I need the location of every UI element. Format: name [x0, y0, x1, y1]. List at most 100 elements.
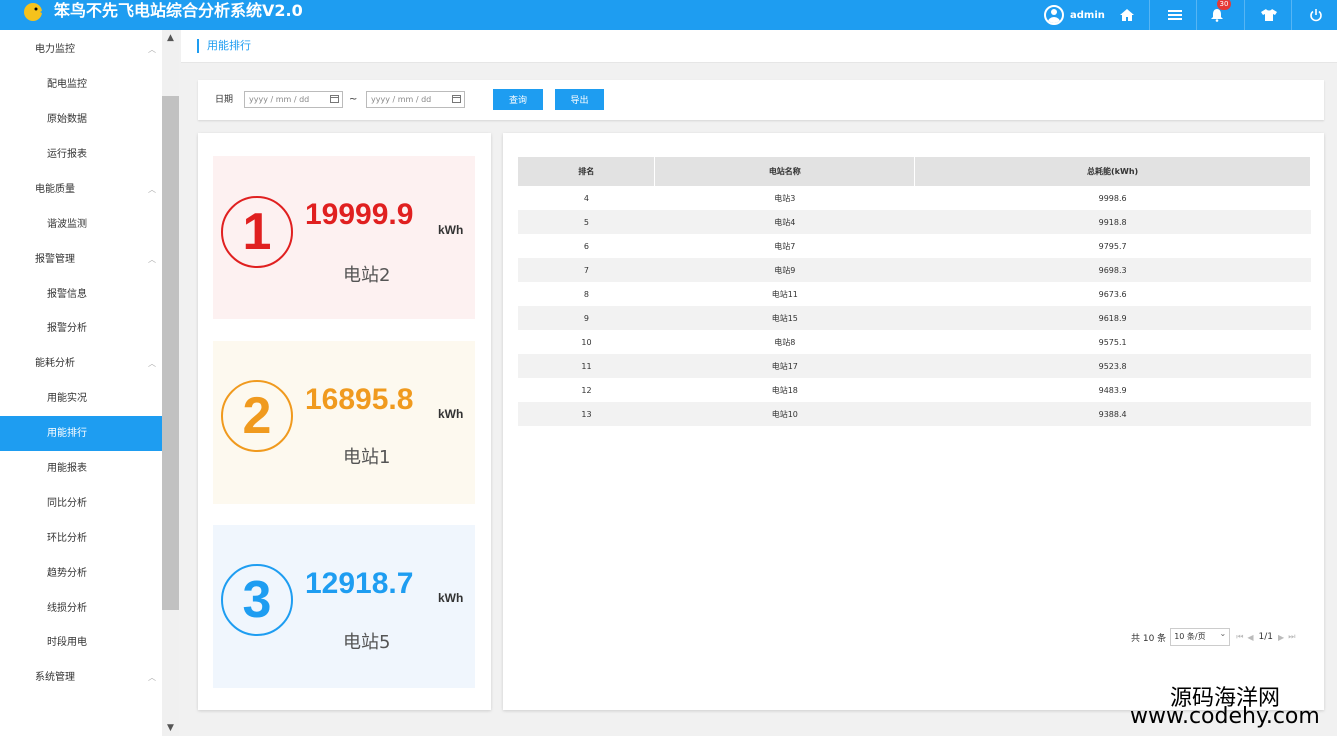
table-row[interactable]: 6 电站7 9795.7	[518, 234, 1311, 258]
rank-station-name: 电站2	[343, 265, 391, 286]
cell-station: 电站7	[774, 241, 796, 251]
bell-icon	[1211, 9, 1223, 22]
scroll-thumb[interactable]	[162, 96, 179, 610]
start-date-input[interactable]: yyyy / mm / dd	[244, 91, 343, 108]
menu-toggle-button[interactable]	[1163, 0, 1187, 30]
chevron-up-icon[interactable]: ︿	[148, 32, 156, 67]
rank-value: 12918.7	[305, 567, 414, 600]
sidebar-item-8[interactable]: 报警分析	[0, 311, 162, 346]
sidebar-item-1[interactable]: 配电监控	[0, 67, 162, 102]
table-row[interactable]: 7 电站9 9698.3	[518, 258, 1311, 282]
scroll-up-arrow-icon[interactable]: ▲	[162, 30, 179, 46]
logout-button[interactable]	[1304, 0, 1328, 30]
table-row[interactable]: 13 电站10 9388.4	[518, 402, 1311, 426]
table-row[interactable]: 11 电站17 9523.8	[518, 354, 1311, 378]
rank-unit: kWh	[438, 591, 464, 605]
divider	[1291, 0, 1292, 30]
sidebar-item-label: 用能实况	[47, 393, 87, 404]
table-row[interactable]: 8 电站11 9673.6	[518, 282, 1311, 306]
cell-energy: 9795.7	[1098, 241, 1127, 251]
notifications-button[interactable]: 30	[1205, 0, 1231, 30]
sidebar-item-label: 趋势分析	[47, 568, 87, 579]
rank-value: 19999.9	[305, 198, 414, 231]
page-size-value: 10 条/页	[1174, 632, 1206, 641]
last-page-icon[interactable]: ⏭	[1288, 632, 1295, 642]
cell-rank: 11	[518, 354, 655, 378]
sidebar-scrollbar[interactable]: ▲ ▼	[162, 30, 179, 736]
sidebar-item-2[interactable]: 原始数据	[0, 102, 162, 137]
column-header-energy[interactable]: 总耗能(kWh)	[914, 157, 1311, 186]
chevron-up-icon[interactable]: ︿	[148, 346, 156, 381]
sidebar-group-18[interactable]: 系统管理 ︿	[0, 660, 162, 695]
prev-page-icon[interactable]: ◀	[1247, 633, 1253, 642]
query-button[interactable]: 查询	[493, 89, 543, 110]
breadcrumb-current[interactable]: 用能排行	[207, 30, 251, 62]
cell-rank: 4	[583, 193, 589, 203]
cell-station: 电站18	[771, 385, 798, 395]
column-header-station[interactable]: 电站名称	[654, 157, 916, 186]
column-header-rank[interactable]: 排名	[518, 157, 656, 186]
sidebar-item-label: 环比分析	[47, 533, 87, 544]
cell-rank: 5	[518, 210, 655, 234]
table-body: 4 电站3 9998.6 5 电站4 9918.8 6 电站7 9795.7 7 电站9 9698.3…	[518, 186, 1311, 426]
rank-card-1: 1 19999.9 kWh 电站2	[213, 156, 475, 319]
table-row[interactable]: 5 电站4 9918.8	[518, 210, 1311, 234]
ranking-table-panel: 排名 电站名称 总耗能(kWh) 4 电站3 9998.6 5 电站4 9918.8 6 电站…	[503, 133, 1324, 710]
cell-rank: 13	[518, 402, 655, 426]
calendar-icon[interactable]	[330, 95, 339, 103]
cell-station: 电站8	[774, 337, 796, 347]
sidebar-item-17[interactable]: 时段用电	[0, 625, 162, 660]
table-row[interactable]: 4 电站3 9998.6	[518, 186, 1311, 210]
user-menu[interactable]: admin	[1044, 0, 1105, 30]
sidebar-item-14[interactable]: 环比分析	[0, 521, 162, 556]
calendar-icon[interactable]	[452, 95, 461, 103]
table-row[interactable]: 9 电站15 9618.9	[518, 306, 1311, 330]
sidebar-item-12[interactable]: 用能报表	[0, 451, 162, 486]
rank-badge: 3	[221, 564, 293, 636]
sidebar-item-7[interactable]: 报警信息	[0, 277, 162, 312]
sidebar-item-13[interactable]: 同比分析	[0, 486, 162, 521]
table-row[interactable]: 12 电站18 9483.9	[518, 378, 1311, 402]
sidebar-group-6[interactable]: 报警管理 ︿	[0, 242, 162, 277]
sidebar-group-4[interactable]: 电能质量 ︿	[0, 172, 162, 207]
cell-rank: 6	[583, 241, 589, 251]
scroll-down-arrow-icon[interactable]: ▼	[162, 720, 179, 736]
table-header-row: 排名 电站名称 总耗能(kWh)	[518, 157, 1311, 186]
theme-button[interactable]	[1257, 0, 1281, 30]
sidebar-item-15[interactable]: 趋势分析	[0, 556, 162, 591]
first-page-icon[interactable]: ⏮	[1236, 632, 1243, 642]
user-avatar-icon	[1044, 5, 1064, 25]
divider	[1244, 0, 1245, 30]
sidebar-group-0[interactable]: 电力监控 ︿	[0, 32, 162, 67]
chevron-up-icon[interactable]: ︿	[148, 242, 156, 277]
end-date-placeholder: yyyy / mm / dd	[371, 95, 432, 104]
page-size-select[interactable]: 10 条/页	[1170, 626, 1231, 646]
sidebar-item-10[interactable]: 用能实况	[0, 381, 162, 416]
divider	[1196, 0, 1197, 30]
sidebar-group-9[interactable]: 能耗分析 ︿	[0, 346, 162, 381]
cell-station: 电站3	[774, 193, 796, 203]
username: admin	[1070, 9, 1105, 21]
sidebar-item-label: 能耗分析	[35, 358, 75, 369]
cell-energy: 9523.8	[914, 354, 1311, 378]
cell-rank: 12	[581, 385, 592, 395]
table-row[interactable]: 10 电站8 9575.1	[518, 330, 1311, 354]
sidebar-item-3[interactable]: 运行报表	[0, 137, 162, 172]
sidebar-item-label: 报警管理	[35, 254, 75, 265]
rank-card-3: 3 12918.7 kWh 电站5	[213, 525, 475, 688]
cell-energy: 9918.8	[914, 210, 1311, 234]
home-button[interactable]	[1115, 0, 1139, 30]
end-date-input[interactable]: yyyy / mm / dd	[366, 91, 465, 108]
export-button[interactable]: 导出	[555, 89, 604, 110]
cell-energy: 9698.3	[914, 258, 1311, 282]
cell-rank: 7	[518, 258, 655, 282]
sidebar-item-5[interactable]: 谐波监测	[0, 207, 162, 242]
sidebar-item-label: 用能排行	[47, 428, 87, 439]
sidebar-item-label: 系统管理	[35, 672, 75, 683]
sidebar-item-16[interactable]: 线损分析	[0, 591, 162, 626]
chevron-up-icon[interactable]: ︿	[148, 172, 156, 207]
cell-rank: 10	[581, 337, 592, 347]
sidebar-item-11[interactable]: 用能排行	[0, 416, 162, 451]
chevron-up-icon[interactable]: ︿	[148, 660, 156, 695]
next-page-icon[interactable]: ▶	[1278, 633, 1284, 642]
